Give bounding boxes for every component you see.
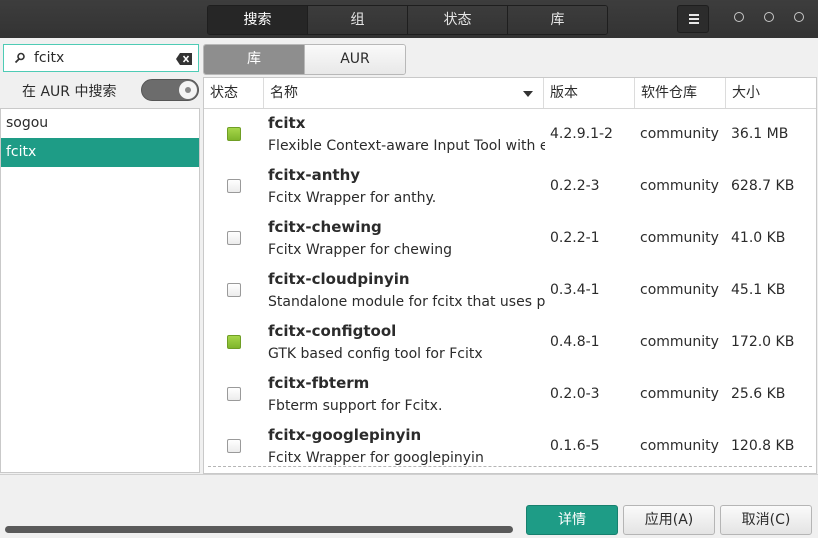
- package-name: fcitx-fbterm: [268, 374, 370, 392]
- table-header: 状态 名称 版本 软件仓库 大小: [204, 78, 816, 109]
- column-name-label: 名称: [270, 85, 298, 101]
- package-repository: community: [640, 230, 719, 246]
- header-bar: 搜索 组 状态 库: [0, 0, 818, 38]
- hamburger-icon-line: [689, 18, 699, 20]
- package-size: 172.0 KB: [731, 334, 795, 350]
- progress-bar: [5, 526, 513, 533]
- package-table: 状态 名称 版本 软件仓库 大小 fcitx Flexible Context-…: [203, 77, 817, 474]
- installed-checkbox[interactable]: [227, 335, 241, 349]
- history-item-sogou[interactable]: sogou: [1, 109, 199, 138]
- aur-search-toggle[interactable]: [141, 79, 199, 101]
- package-name: fcitx: [268, 114, 306, 132]
- tab-aur[interactable]: AUR: [304, 45, 405, 74]
- package-version: 0.2.0-3: [550, 386, 600, 402]
- scroll-indicator-line: [208, 466, 812, 467]
- close-button[interactable]: [794, 12, 804, 22]
- package-version: 0.3.4-1: [550, 282, 600, 298]
- package-description: Standalone module for fcitx that uses pi…: [268, 294, 545, 310]
- package-size: 120.8 KB: [731, 438, 795, 454]
- column-version[interactable]: 版本: [544, 78, 635, 108]
- sort-descending-icon: [523, 91, 533, 97]
- bottom-separator: [0, 474, 818, 475]
- tab-groups[interactable]: 组: [308, 6, 408, 34]
- search-icon: [14, 52, 25, 64]
- package-description: Fcitx Wrapper for googlepinyin: [268, 450, 484, 466]
- package-version: 0.2.2-1: [550, 230, 600, 246]
- clear-search-icon[interactable]: [176, 53, 192, 65]
- apply-button[interactable]: 应用(A): [623, 505, 715, 535]
- install-checkbox[interactable]: [227, 179, 241, 193]
- hamburger-icon: [689, 14, 699, 16]
- package-name: fcitx-googlepinyin: [268, 426, 422, 444]
- repo-switch: 库 AUR: [203, 44, 406, 75]
- package-version: 4.2.9.1-2: [550, 126, 613, 142]
- table-row[interactable]: fcitx Flexible Context-aware Input Tool …: [204, 109, 816, 161]
- tab-status[interactable]: 状态: [408, 6, 508, 34]
- search-box: [3, 44, 199, 72]
- table-row[interactable]: fcitx-configtool GTK based config tool f…: [204, 317, 816, 369]
- package-repository: community: [640, 386, 719, 402]
- package-size: 25.6 KB: [731, 386, 786, 402]
- table-row[interactable]: fcitx-cloudpinyin Standalone module for …: [204, 265, 816, 317]
- table-row[interactable]: fcitx-fbterm Fbterm support for Fcitx. 0…: [204, 369, 816, 421]
- package-description: Fbterm support for Fcitx.: [268, 398, 443, 414]
- toggle-knob: [179, 81, 197, 99]
- package-repository: community: [640, 438, 719, 454]
- search-history-list: sogou fcitx: [0, 108, 200, 473]
- package-size: 36.1 MB: [731, 126, 789, 142]
- install-checkbox[interactable]: [227, 231, 241, 245]
- tab-search[interactable]: 搜索: [208, 6, 308, 34]
- package-repository: community: [640, 178, 719, 194]
- package-version: 0.4.8-1: [550, 334, 600, 350]
- table-row[interactable]: fcitx-anthy Fcitx Wrapper for anthy. 0.2…: [204, 161, 816, 213]
- package-description: Fcitx Wrapper for anthy.: [268, 190, 437, 206]
- details-button[interactable]: 详情: [526, 505, 618, 535]
- column-size[interactable]: 大小: [726, 78, 816, 108]
- minimize-button[interactable]: [734, 12, 744, 22]
- package-version: 0.2.2-3: [550, 178, 600, 194]
- column-name[interactable]: 名称: [264, 78, 544, 108]
- package-repository: community: [640, 126, 719, 142]
- package-name: fcitx-cloudpinyin: [268, 270, 410, 288]
- aur-search-label: 在 AUR 中搜索: [22, 84, 117, 100]
- package-size: 45.1 KB: [731, 282, 786, 298]
- cancel-button[interactable]: 取消(C): [720, 505, 812, 535]
- package-description: GTK based config tool for Fcitx: [268, 346, 483, 362]
- install-checkbox[interactable]: [227, 439, 241, 453]
- package-size: 628.7 KB: [731, 178, 795, 194]
- package-description: Flexible Context-aware Input Tool with e…: [268, 138, 545, 154]
- package-description: Fcitx Wrapper for chewing: [268, 242, 452, 258]
- hamburger-icon-line: [689, 22, 699, 24]
- menu-button[interactable]: [677, 5, 709, 33]
- package-name: fcitx-configtool: [268, 322, 397, 340]
- package-name: fcitx-chewing: [268, 218, 382, 236]
- package-version: 0.1.6-5: [550, 438, 600, 454]
- installed-checkbox[interactable]: [227, 127, 241, 141]
- install-checkbox[interactable]: [227, 283, 241, 297]
- package-repository: community: [640, 282, 719, 298]
- tab-repositories[interactable]: 库: [508, 6, 607, 34]
- column-status[interactable]: 状态: [204, 78, 264, 108]
- package-size: 41.0 KB: [731, 230, 786, 246]
- history-item-fcitx[interactable]: fcitx: [1, 138, 199, 167]
- maximize-button[interactable]: [764, 12, 774, 22]
- table-row[interactable]: fcitx-chewing Fcitx Wrapper for chewing …: [204, 213, 816, 265]
- install-checkbox[interactable]: [227, 387, 241, 401]
- package-repository: community: [640, 334, 719, 350]
- search-input[interactable]: [34, 47, 164, 69]
- tab-repo[interactable]: 库: [204, 45, 304, 74]
- column-repository[interactable]: 软件仓库: [635, 78, 726, 108]
- package-name: fcitx-anthy: [268, 166, 361, 184]
- mode-tabs: 搜索 组 状态 库: [207, 5, 608, 35]
